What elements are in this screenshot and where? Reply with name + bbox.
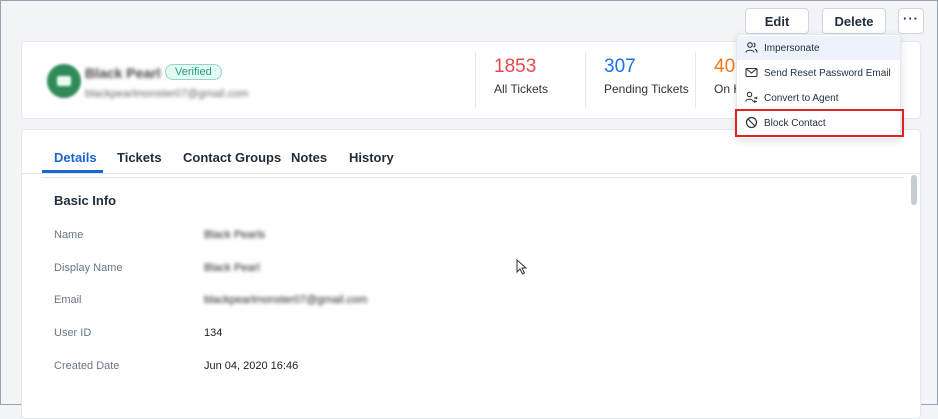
email-value: blackpearlmonster07@gmail.com bbox=[204, 294, 368, 306]
pending-tickets-label: Pending Tickets bbox=[604, 82, 689, 96]
menu-item-label: Send Reset Password Email bbox=[764, 67, 891, 79]
user-id-label: User ID bbox=[54, 327, 92, 339]
on-hold-tickets-count[interactable]: 40 bbox=[714, 56, 735, 78]
delete-button[interactable]: Delete bbox=[822, 8, 886, 34]
block-icon bbox=[745, 116, 758, 129]
all-tickets-count[interactable]: 1853 bbox=[494, 56, 536, 78]
more-actions-button[interactable]: ··· bbox=[898, 8, 924, 34]
pending-tickets-count[interactable]: 307 bbox=[604, 56, 636, 78]
mail-icon bbox=[745, 67, 758, 78]
menu-item-label: Block Contact bbox=[764, 117, 826, 129]
user-id-value: 134 bbox=[204, 327, 223, 339]
menu-item-convert-to-agent[interactable]: Convert to Agent bbox=[737, 86, 900, 110]
scrollbar-thumb[interactable] bbox=[911, 175, 917, 205]
stat-divider bbox=[475, 52, 476, 108]
tab-details[interactable]: Details bbox=[54, 150, 97, 165]
menu-item-send-reset-password[interactable]: Send Reset Password Email bbox=[737, 61, 900, 85]
users-icon bbox=[745, 42, 758, 53]
name-value: Black Pearls bbox=[204, 229, 266, 241]
created-date-value: Jun 04, 2020 16:46 bbox=[204, 360, 299, 372]
name-label: Name bbox=[54, 229, 84, 241]
tab-notes[interactable]: Notes bbox=[291, 150, 327, 165]
verified-badge: Verified bbox=[165, 64, 222, 80]
contact-name: Black Pearl bbox=[85, 65, 161, 81]
email-label: Email bbox=[54, 294, 82, 306]
created-date-label: Created Date bbox=[54, 360, 120, 372]
details-card: Details Tickets Contact Groups Notes His… bbox=[21, 129, 921, 419]
tab-contact-groups[interactable]: Contact Groups bbox=[183, 150, 281, 165]
contact-email: blackpearlmonster07@gmail.com bbox=[85, 88, 249, 100]
menu-item-block-contact[interactable]: Block Contact bbox=[737, 111, 900, 135]
tabs-divider bbox=[22, 173, 920, 174]
basic-info-title: Basic Info bbox=[54, 193, 117, 208]
menu-item-label: Convert to Agent bbox=[764, 92, 839, 104]
stat-divider bbox=[585, 52, 586, 108]
display-name-value: Black Pearl bbox=[204, 262, 260, 274]
avatar bbox=[47, 64, 81, 98]
section-divider bbox=[42, 177, 904, 178]
display-name-label: Display Name bbox=[54, 262, 123, 274]
menu-item-label: Impersonate bbox=[764, 42, 820, 54]
tab-history[interactable]: History bbox=[349, 150, 394, 165]
stat-divider bbox=[695, 52, 696, 108]
menu-item-impersonate[interactable]: Impersonate bbox=[737, 36, 900, 60]
mouse-cursor-icon bbox=[516, 259, 528, 275]
edit-button[interactable]: Edit bbox=[745, 8, 809, 34]
more-actions-menu: Impersonate Send Reset Password Email Co… bbox=[736, 34, 901, 139]
all-tickets-label: All Tickets bbox=[494, 82, 549, 96]
user-swap-icon bbox=[745, 91, 758, 104]
tab-tickets[interactable]: Tickets bbox=[117, 150, 162, 165]
